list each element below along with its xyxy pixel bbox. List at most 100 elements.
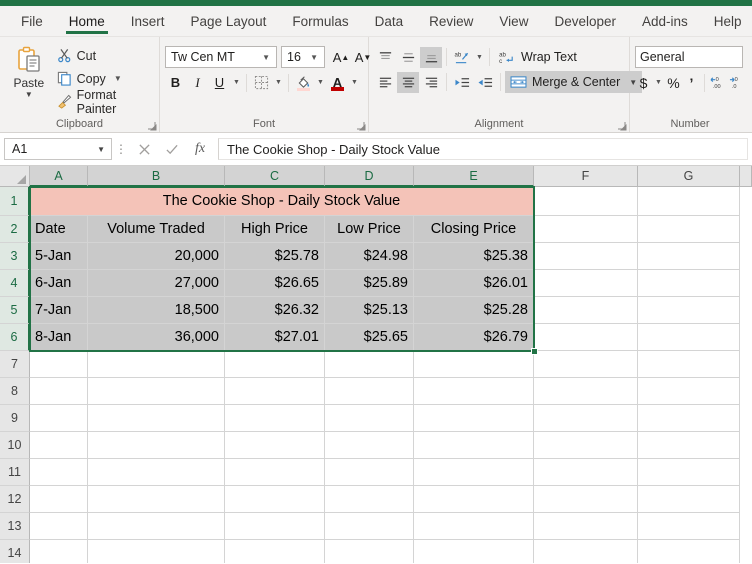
decrease-indent-button[interactable] [451, 72, 473, 93]
row-header-14[interactable]: 14 [0, 540, 30, 563]
row-header-7[interactable]: 7 [0, 351, 30, 378]
select-all-button[interactable] [0, 166, 30, 187]
align-bottom-button[interactable] [420, 46, 442, 68]
merge-and-center-button[interactable]: Merge & Center ▼ [505, 71, 643, 93]
font-color-button[interactable]: A [327, 72, 348, 93]
cell-C7[interactable] [225, 351, 325, 378]
cell-D13[interactable] [325, 513, 414, 540]
cell-header-B2[interactable]: Volume Traded [88, 216, 225, 243]
orientation-button[interactable]: ab [451, 47, 473, 68]
fill-handle[interactable] [531, 348, 538, 355]
cell-F5[interactable] [534, 297, 638, 324]
cell-E9[interactable] [414, 405, 534, 432]
underline-caret-icon[interactable]: ▼ [231, 79, 242, 86]
number-format-combo[interactable]: General [635, 46, 743, 68]
cell-E4[interactable]: $26.01 [414, 270, 534, 297]
ribbon-tab-help[interactable]: Help [701, 6, 752, 36]
accounting-format-button[interactable]: $ [635, 72, 652, 93]
row-header-1[interactable]: 1 [0, 187, 30, 216]
cell-C11[interactable] [225, 459, 325, 486]
cell-G11[interactable] [638, 459, 740, 486]
cell-G9[interactable] [638, 405, 740, 432]
cell-A8[interactable] [30, 378, 88, 405]
cell-C12[interactable] [225, 486, 325, 513]
cell-E6[interactable]: $26.79 [414, 324, 534, 351]
cell-B5[interactable]: 18,500 [88, 297, 225, 324]
cell-D8[interactable] [325, 378, 414, 405]
column-header-E[interactable]: E [414, 166, 534, 187]
row-header-3[interactable]: 3 [0, 243, 30, 270]
insert-function-button[interactable]: fx [186, 138, 214, 160]
formula-input[interactable]: The Cookie Shop - Daily Stock Value [218, 138, 748, 160]
cell-B4[interactable]: 27,000 [88, 270, 225, 297]
column-header-A[interactable]: A [30, 166, 88, 187]
row-header-8[interactable]: 8 [0, 378, 30, 405]
cell-G4[interactable] [638, 270, 740, 297]
cell-B7[interactable] [88, 351, 225, 378]
cell-A7[interactable] [30, 351, 88, 378]
cell-G2[interactable] [638, 216, 740, 243]
cell-F2[interactable] [534, 216, 638, 243]
cell-B6[interactable]: 36,000 [88, 324, 225, 351]
row-header-10[interactable]: 10 [0, 432, 30, 459]
column-header-F[interactable]: F [534, 166, 638, 187]
row-header-5[interactable]: 5 [0, 297, 30, 324]
alignment-dialog-launcher[interactable] [618, 122, 627, 131]
format-painter-button[interactable]: Format Painter [53, 88, 154, 116]
percent-format-button[interactable]: % [665, 72, 682, 93]
cell-F11[interactable] [534, 459, 638, 486]
decrease-decimal-button[interactable]: 0 .0 [728, 72, 746, 93]
cell-merged-title[interactable]: The Cookie Shop - Daily Stock Value [30, 187, 534, 216]
cell-A3[interactable]: 5-Jan [30, 243, 88, 270]
cell-E13[interactable] [414, 513, 534, 540]
accounting-caret-icon[interactable]: ▼ [653, 79, 664, 86]
italic-button[interactable]: I [187, 72, 208, 93]
cell-C6[interactable]: $27.01 [225, 324, 325, 351]
ribbon-tab-view[interactable]: View [486, 6, 541, 36]
cell-G12[interactable] [638, 486, 740, 513]
cell-G14[interactable] [638, 540, 740, 563]
copy-dropdown-caret-icon[interactable]: ▼ [114, 74, 122, 83]
ribbon-tab-file[interactable]: File [8, 6, 56, 36]
cell-F14[interactable] [534, 540, 638, 563]
cell-B10[interactable] [88, 432, 225, 459]
align-left-button[interactable] [374, 72, 396, 93]
clipboard-dialog-launcher[interactable] [148, 122, 157, 131]
increase-font-size-button[interactable]: A ▲ [331, 47, 351, 68]
column-header-B[interactable]: B [88, 166, 225, 187]
font-size-caret-icon[interactable]: ▼ [306, 53, 322, 62]
cell-A6[interactable]: 8-Jan [30, 324, 88, 351]
row-header-13[interactable]: 13 [0, 513, 30, 540]
cell-E7[interactable] [414, 351, 534, 378]
cell-F9[interactable] [534, 405, 638, 432]
cell-G7[interactable] [638, 351, 740, 378]
cell-A11[interactable] [30, 459, 88, 486]
cell-F10[interactable] [534, 432, 638, 459]
row-header-12[interactable]: 12 [0, 486, 30, 513]
cell-F13[interactable] [534, 513, 638, 540]
cell-C13[interactable] [225, 513, 325, 540]
cell-F7[interactable] [534, 351, 638, 378]
cell-D7[interactable] [325, 351, 414, 378]
cell-E8[interactable] [414, 378, 534, 405]
orientation-caret-icon[interactable]: ▼ [474, 54, 485, 61]
row-header-9[interactable]: 9 [0, 405, 30, 432]
cell-C9[interactable] [225, 405, 325, 432]
underline-button[interactable]: U [209, 72, 230, 93]
cancel-entry-button[interactable] [130, 138, 158, 160]
cell-header-C2[interactable]: High Price [225, 216, 325, 243]
align-top-button[interactable] [374, 47, 396, 68]
cell-A4[interactable]: 6-Jan [30, 270, 88, 297]
cell-A14[interactable] [30, 540, 88, 563]
cell-B13[interactable] [88, 513, 225, 540]
font-size-combo[interactable]: 16 ▼ [281, 46, 325, 68]
cell-header-D2[interactable]: Low Price [325, 216, 414, 243]
font-color-caret-icon[interactable]: ▼ [349, 79, 360, 86]
cell-G6[interactable] [638, 324, 740, 351]
align-right-button[interactable] [420, 72, 442, 93]
ribbon-tab-review[interactable]: Review [416, 6, 486, 36]
cell-D10[interactable] [325, 432, 414, 459]
cell-F4[interactable] [534, 270, 638, 297]
fill-color-button[interactable] [293, 72, 314, 93]
cell-B9[interactable] [88, 405, 225, 432]
